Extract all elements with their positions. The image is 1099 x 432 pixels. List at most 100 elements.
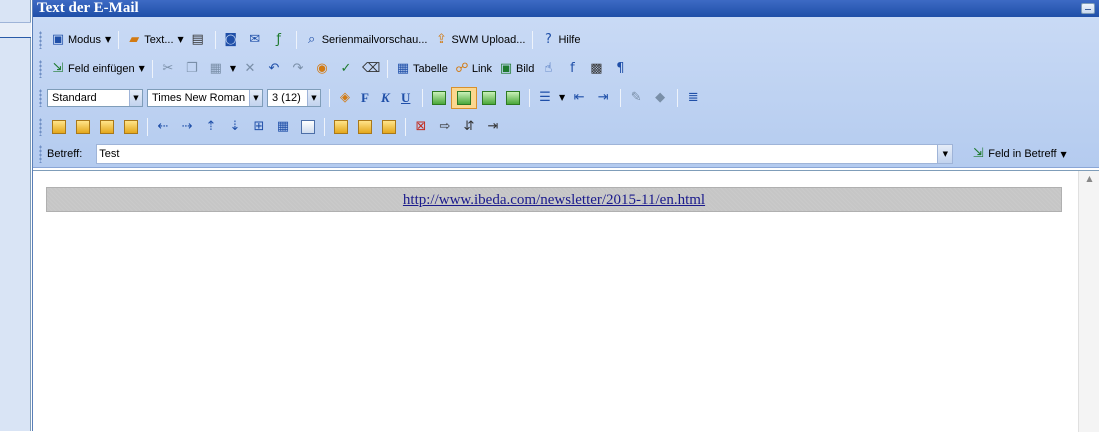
newsletter-link[interactable]: http://www.ibeda.com/newsletter/2015-11/… — [403, 192, 705, 208]
link-block: http://www.ibeda.com/newsletter/2015-11/… — [46, 187, 1062, 212]
toolbar-grip[interactable] — [39, 145, 42, 163]
save-button[interactable]: ◙ — [220, 29, 244, 51]
bullet-list-icon: ☰ — [539, 89, 551, 105]
formula-button[interactable]: ƒ — [268, 29, 292, 51]
cell-frame-icon — [301, 119, 315, 134]
preview-button[interactable]: ▤ — [187, 29, 211, 51]
spellcheck-button[interactable]: ✓ — [335, 58, 359, 80]
align-center-button[interactable] — [451, 86, 477, 109]
chevron-down-icon: ▼ — [307, 89, 320, 106]
link-button[interactable]: ☍ Link — [451, 58, 495, 80]
move-end-button[interactable]: ⇥ — [482, 116, 506, 138]
separator — [214, 30, 216, 49]
magnifier-icon: ⌕ — [308, 31, 316, 47]
table-button[interactable]: ▦ Tabelle — [392, 58, 451, 80]
subject-input[interactable] — [97, 148, 936, 160]
image-button[interactable]: ▣ Bild — [495, 58, 537, 80]
chevron-down-icon[interactable]: ▼ — [937, 145, 953, 163]
chevron-down-icon: ▼ — [249, 89, 262, 106]
delete-table-button[interactable]: ⊠ — [410, 116, 434, 138]
swm-upload-button[interactable]: ⇪ SWM Upload... — [430, 29, 528, 51]
underline-button[interactable]: U — [398, 87, 418, 109]
mail-button[interactable]: ✉ — [244, 29, 268, 51]
align-right-button[interactable] — [477, 87, 501, 109]
delete-row-button[interactable] — [119, 116, 143, 138]
separator — [147, 117, 148, 136]
text-color-button[interactable]: ◈ — [334, 87, 358, 109]
field-in-subject-button[interactable]: ⇲ Feld in Betreff ▼ — [967, 143, 1069, 165]
merge-down-button[interactable]: ⇣ — [224, 116, 248, 138]
cut-button[interactable]: ✂ — [157, 58, 181, 80]
cell-color-1-button[interactable] — [329, 116, 353, 138]
delete-button[interactable]: ✕ — [239, 58, 263, 80]
qr-code-button[interactable]: ▩ — [585, 58, 609, 80]
cell-grid-button[interactable]: ▦ — [272, 116, 296, 138]
split-cell-button[interactable]: ⊞ — [248, 116, 272, 138]
paste-button[interactable]: ▦ ▼ — [205, 58, 239, 80]
clear-format-button[interactable]: ⌫ — [359, 58, 383, 80]
move-split-button[interactable]: ⇵ — [458, 116, 482, 138]
highlight-button[interactable]: ✎ — [625, 87, 649, 109]
email-editor[interactable]: http://www.ibeda.com/newsletter/2015-11/… — [33, 170, 1099, 432]
insert-row-below-button[interactable] — [95, 116, 119, 138]
bullet-list-button[interactable]: ☰ ▼ — [534, 87, 568, 109]
separator — [295, 30, 297, 49]
eraser-button[interactable]: ◆ — [649, 87, 673, 109]
background-tab[interactable] — [0, 22, 31, 38]
toolbar-grip[interactable] — [39, 88, 42, 107]
cell-color-3-button[interactable] — [377, 116, 401, 138]
text-button[interactable]: ▰ Text... ▼ — [123, 29, 187, 51]
chevron-down-icon: ▼ — [177, 35, 184, 44]
table-icon: ▦ — [396, 60, 410, 76]
window-title: Text der E-Mail — [37, 0, 139, 16]
scroll-up-icon[interactable]: ▲ — [1079, 174, 1099, 183]
copy-icon: ❐ — [186, 60, 198, 76]
insert-col-left-button[interactable]: ⇠ — [152, 116, 176, 138]
move-right-button[interactable]: ⇨ — [434, 116, 458, 138]
chevron-down-icon: ▼ — [559, 93, 566, 102]
justify-button[interactable] — [501, 87, 525, 109]
font-select[interactable]: Times New Roman ▼ — [147, 88, 263, 107]
subject-field[interactable]: ▼ — [96, 144, 954, 164]
paste-icon: ▦ — [209, 60, 222, 76]
undo-button[interactable]: ↶ — [263, 58, 287, 80]
style-select[interactable]: Standard ▼ — [47, 88, 143, 107]
copy-button[interactable]: ❐ — [181, 58, 205, 80]
cut-icon: ✂ — [162, 60, 174, 76]
like-button[interactable]: ☝ — [537, 58, 561, 80]
find-button[interactable]: ◉ — [311, 58, 335, 80]
thumbs-up-icon: ☝ — [544, 60, 553, 76]
facebook-button[interactable]: f — [561, 58, 585, 80]
toolbar-grip[interactable] — [39, 30, 42, 49]
horizontal-rule-button[interactable]: ≣ — [682, 87, 706, 109]
insert-field-button[interactable]: ⇲ Feld einfügen ▼ — [47, 58, 148, 80]
size-select[interactable]: 3 (12) ▼ — [267, 88, 321, 107]
italic-button[interactable]: K — [378, 87, 398, 109]
minimize-icon[interactable] — [1081, 3, 1095, 14]
move-split-icon: ⇵ — [463, 118, 475, 134]
redo-button[interactable]: ↷ — [287, 58, 311, 80]
toolbar-grip[interactable] — [39, 117, 42, 136]
cell-frame-button[interactable] — [296, 116, 320, 138]
insert-col-right-button[interactable]: ⇢ — [176, 116, 200, 138]
serienmail-button[interactable]: ⌕ Serienmailvorschau... — [301, 29, 431, 51]
merge-up-button[interactable]: ⇡ — [200, 116, 224, 138]
preview-icon: ▤ — [191, 31, 204, 47]
modus-button[interactable]: ▣ Modus ▼ — [47, 29, 114, 51]
outdent-button[interactable]: ⇤ — [568, 87, 592, 109]
eraser-icon: ◆ — [655, 89, 666, 105]
cell-color-2-button[interactable] — [353, 116, 377, 138]
chevron-down-icon: ▼ — [105, 35, 112, 44]
toolbar-grip[interactable] — [39, 59, 42, 78]
bold-button[interactable]: F — [358, 87, 378, 109]
vertical-scrollbar[interactable]: ▲ — [1078, 171, 1099, 432]
qr-code-icon: ▩ — [590, 60, 603, 76]
align-left-button[interactable] — [427, 87, 451, 109]
table-props-button[interactable] — [47, 116, 71, 138]
merge-up-icon: ⇡ — [205, 118, 217, 134]
insert-row-above-button[interactable] — [71, 116, 95, 138]
indent-button[interactable]: ⇥ — [592, 87, 616, 109]
paragraph-button[interactable]: ¶ — [609, 58, 633, 80]
help-button[interactable]: ? Hilfe — [537, 29, 583, 51]
subject-row: Betreff: ▼ ⇲Feld in Betreff▼ — [33, 141, 1099, 167]
